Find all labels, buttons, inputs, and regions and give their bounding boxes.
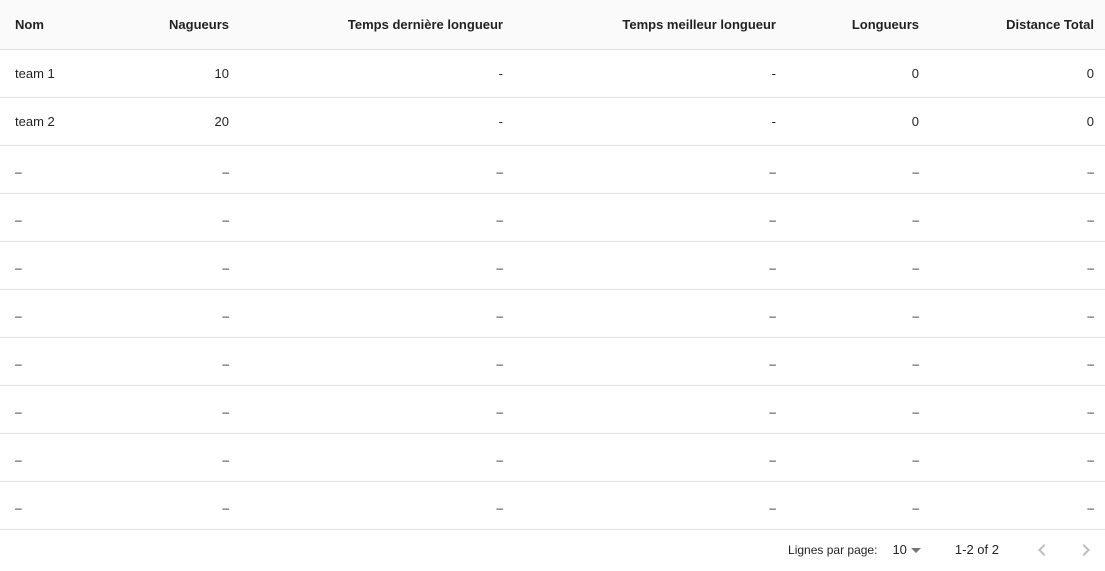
table-cell-empty: – (113, 241, 229, 290)
table-cell-empty: – (229, 289, 503, 338)
table-cell-empty: – (229, 385, 503, 434)
table-cell-empty: – (503, 145, 776, 194)
table-cell: 20 (113, 97, 229, 146)
table-cell-empty: – (113, 337, 229, 386)
table-cell: team 1 (0, 49, 113, 98)
table-cell-empty: – (776, 481, 919, 530)
table-cell-empty: – (0, 337, 113, 386)
table-cell: 0 (919, 49, 1105, 98)
table-cell-empty: – (919, 193, 1105, 242)
table-cell-empty: – (919, 433, 1105, 482)
table-cell-empty: – (503, 385, 776, 434)
table-cell-empty: – (229, 193, 503, 242)
rows-per-page-value: 10 (892, 542, 907, 557)
table-header-row: Nom Nagueurs Temps dernière longueur Tem… (0, 0, 1105, 50)
table-cell-empty: – (503, 289, 776, 338)
table-cell-empty: – (776, 433, 919, 482)
table-cell-empty: – (113, 145, 229, 194)
table-row-empty: – – – – – – (0, 145, 1105, 194)
table-cell-empty: – (0, 145, 113, 194)
table-cell-empty: – (113, 289, 229, 338)
table-cell: 10 (113, 49, 229, 98)
caret-down-icon (910, 547, 921, 553)
table-cell-empty: – (503, 193, 776, 242)
column-header-temps-meilleur-longueur[interactable]: Temps meilleur longueur (503, 0, 776, 50)
table-cell-empty: – (503, 433, 776, 482)
table-cell-empty: – (776, 337, 919, 386)
table-cell-empty: – (229, 241, 503, 290)
table-pagination: Lignes par page: 10 1-2 of 2 (0, 528, 1105, 571)
rows-per-page-label: Lignes par page: (788, 542, 878, 557)
table-cell: - (229, 97, 503, 146)
table-cell-empty: – (0, 241, 113, 290)
table-cell-empty: – (776, 145, 919, 194)
table-cell-empty: – (503, 241, 776, 290)
column-header-nagueurs[interactable]: Nagueurs (113, 0, 229, 50)
table-row-empty: – – – – – – (0, 289, 1105, 338)
table-cell-empty: – (229, 481, 503, 530)
table-cell-empty: – (229, 145, 503, 194)
table-cell-empty: – (503, 337, 776, 386)
column-header-distance-total[interactable]: Distance Total (919, 0, 1105, 50)
previous-page-button[interactable] (1030, 538, 1054, 562)
table-cell-empty: – (113, 193, 229, 242)
table-cell: team 2 (0, 97, 113, 146)
table-cell: 0 (776, 97, 919, 146)
table-row-empty: – – – – – – (0, 433, 1105, 482)
table-cell-empty: – (919, 337, 1105, 386)
table-cell-empty: – (0, 193, 113, 242)
chevron-right-icon (1082, 543, 1090, 556)
rows-per-page-select[interactable]: 10 (892, 542, 921, 557)
table-cell-empty: – (919, 145, 1105, 194)
next-page-button[interactable] (1074, 538, 1098, 562)
table-cell-empty: – (113, 481, 229, 530)
table-cell-empty: – (776, 241, 919, 290)
table-cell-empty: – (776, 385, 919, 434)
table-cell-empty: – (776, 193, 919, 242)
table-cell-empty: – (0, 385, 113, 434)
table-cell-empty: – (919, 289, 1105, 338)
table-cell-empty: – (0, 481, 113, 530)
table-row-empty: – – – – – – (0, 193, 1105, 242)
table-cell-empty: – (0, 433, 113, 482)
table-cell-empty: – (919, 241, 1105, 290)
column-header-nom[interactable]: Nom (0, 0, 113, 50)
column-header-longueurs[interactable]: Longueurs (776, 0, 919, 50)
table-row[interactable]: team 2 20 - - 0 0 (0, 97, 1105, 146)
table-cell: - (503, 97, 776, 146)
table-cell: - (503, 49, 776, 98)
table-cell: 0 (919, 97, 1105, 146)
table-row[interactable]: team 1 10 - - 0 0 (0, 49, 1105, 98)
column-header-temps-derniere-longueur[interactable]: Temps dernière longueur (229, 0, 503, 50)
table-row-empty: – – – – – – (0, 481, 1105, 530)
table-cell-empty: – (919, 385, 1105, 434)
pagination-range: 1-2 of 2 (954, 542, 999, 557)
table-row-empty: – – – – – – (0, 337, 1105, 386)
table-cell: - (229, 49, 503, 98)
table-cell-empty: – (503, 481, 776, 530)
table-cell-empty: – (0, 289, 113, 338)
table-cell-empty: – (229, 337, 503, 386)
table-cell-empty: – (776, 289, 919, 338)
table-cell: 0 (776, 49, 919, 98)
table-cell-empty: – (113, 385, 229, 434)
teams-table: Nom Nagueurs Temps dernière longueur Tem… (0, 0, 1105, 530)
table-cell-empty: – (919, 481, 1105, 530)
table-cell-empty: – (113, 433, 229, 482)
chevron-left-icon (1038, 543, 1046, 556)
table-row-empty: – – – – – – (0, 241, 1105, 290)
table-cell-empty: – (229, 433, 503, 482)
table-row-empty: – – – – – – (0, 385, 1105, 434)
data-table-container: Nom Nagueurs Temps dernière longueur Tem… (0, 0, 1105, 571)
